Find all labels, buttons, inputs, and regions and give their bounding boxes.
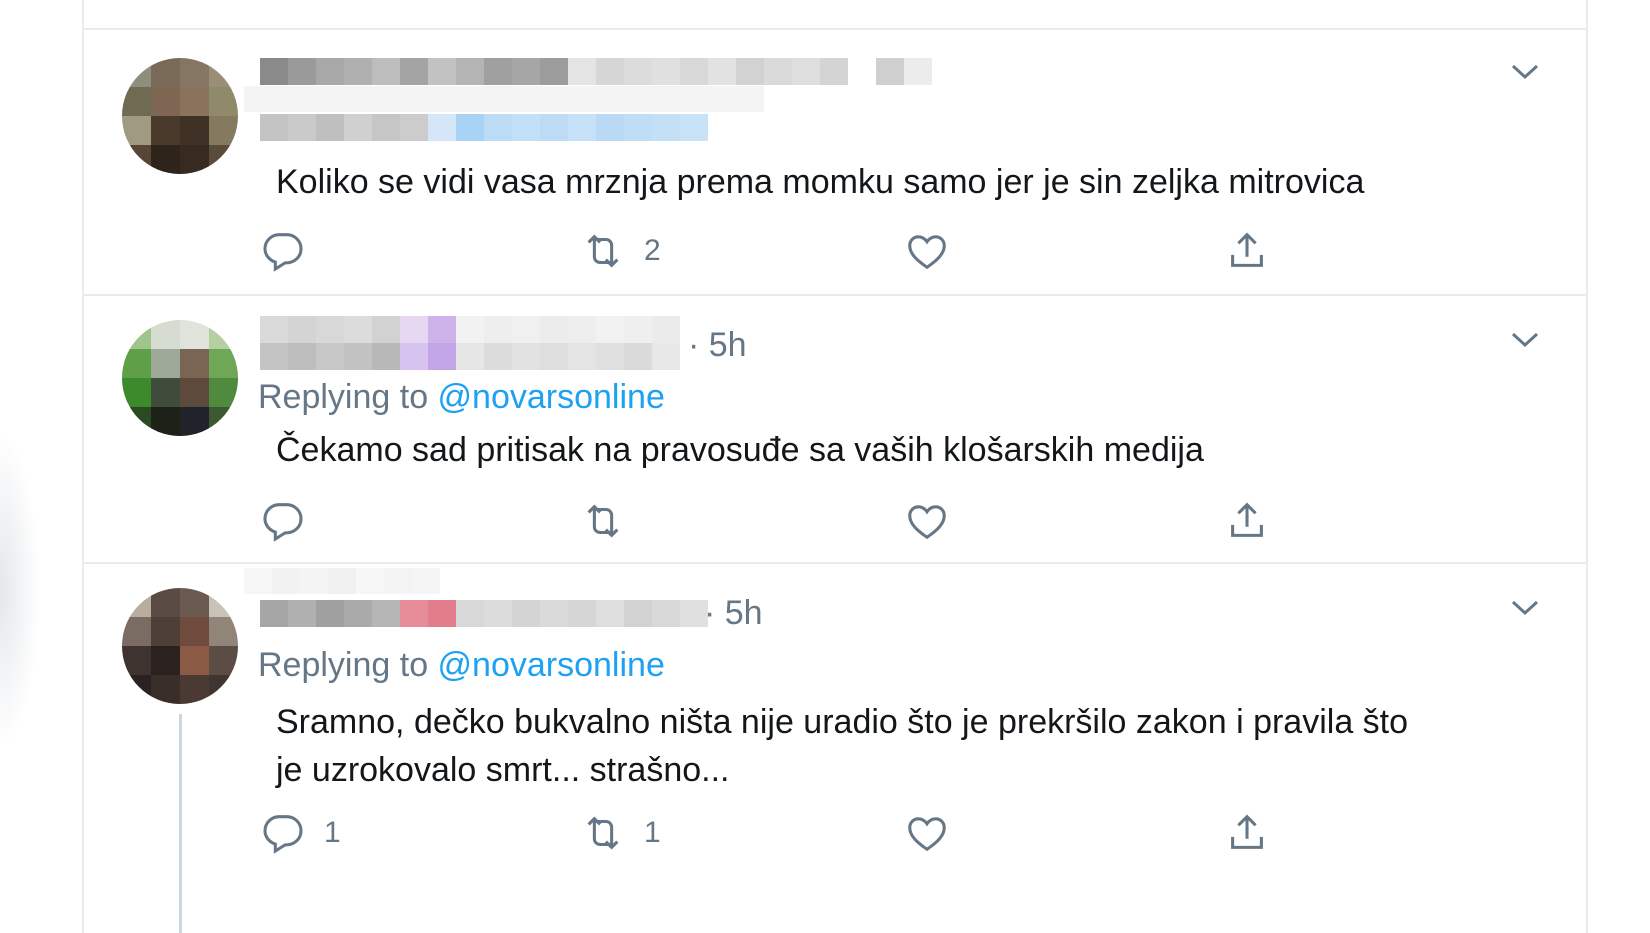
reply-count: 1 — [324, 816, 341, 849]
display-name-blurred[interactable] — [260, 600, 708, 627]
tweet-actions: 2 — [254, 226, 1354, 276]
share-icon — [1231, 232, 1263, 267]
reply-icon — [263, 815, 303, 854]
reply-button[interactable] — [260, 226, 324, 276]
replying-to-label: Replying to — [258, 646, 438, 684]
share-icon — [1231, 502, 1263, 537]
avatar[interactable] — [122, 588, 238, 704]
tweet-text: Čekamo sad pritisak na pravosuđe sa vaši… — [276, 431, 1204, 469]
tweet-actions: 1 1 — [254, 808, 1354, 858]
retweet-button[interactable] — [580, 496, 644, 546]
share-icon — [1231, 814, 1263, 849]
reply-button[interactable] — [260, 496, 324, 546]
retweet-button[interactable]: 2 — [580, 226, 661, 276]
like-icon — [908, 235, 946, 270]
tweet-1[interactable]: Koliko se vidi vasa mrznja prema momku s… — [84, 30, 1586, 294]
replying-to: Replying to @novarsonline — [258, 646, 665, 685]
share-button[interactable] — [1224, 226, 1270, 276]
tweet-2[interactable]: · 5h Replying to @novarsonline Čekamo sa… — [84, 296, 1586, 562]
like-button[interactable] — [904, 226, 968, 276]
share-button[interactable] — [1224, 496, 1270, 546]
blur-artifact — [244, 86, 764, 112]
retweet-count: 1 — [644, 816, 661, 849]
replying-to-label: Replying to — [258, 378, 438, 416]
avatar[interactable] — [122, 320, 238, 436]
replying-to: Replying to @novarsonline — [258, 378, 665, 417]
avatar[interactable] — [122, 58, 238, 174]
display-name-blurred[interactable] — [260, 58, 932, 85]
retweet-icon — [587, 234, 619, 268]
tweet-text: Koliko se vidi vasa mrznja prema momku s… — [276, 163, 1365, 201]
username-blurred[interactable] — [260, 343, 680, 370]
chevron-down-icon[interactable] — [1510, 62, 1540, 82]
retweet-icon — [587, 816, 619, 850]
tweet-text-line: Sramno, dečko bukvalno ništa nije uradio… — [276, 703, 1409, 741]
display-name-blurred[interactable] — [260, 316, 680, 343]
retweet-count: 2 — [644, 234, 661, 267]
tweet-text: Sramno, dečko bukvalno ništa nije uradio… — [276, 698, 1496, 794]
replying-to-handle-link[interactable]: @novarsonline — [438, 646, 665, 684]
chevron-down-icon[interactable] — [1510, 598, 1540, 618]
tweet-text-line: je uzrokovalo smrt... strašno... — [276, 751, 730, 789]
thread-connector-line — [179, 714, 182, 933]
retweet-icon — [587, 504, 619, 538]
replying-to-blurred — [260, 114, 708, 141]
retweet-button[interactable]: 1 — [580, 808, 661, 858]
reply-icon — [263, 503, 303, 542]
like-icon — [908, 817, 946, 852]
like-button[interactable] — [904, 496, 968, 546]
reply-button[interactable]: 1 — [260, 808, 341, 858]
tweet-timestamp[interactable]: · 5h — [688, 326, 747, 365]
tweet-actions — [254, 496, 1354, 546]
replying-to-handle-link[interactable]: @novarsonline — [438, 378, 665, 416]
chevron-down-icon[interactable] — [1510, 330, 1540, 350]
like-button[interactable] — [904, 808, 968, 858]
tweet-timestamp[interactable]: · 5h — [704, 594, 763, 633]
reply-icon — [263, 233, 303, 272]
share-button[interactable] — [1224, 808, 1270, 858]
background-fade — [0, 430, 40, 750]
tweet-timeline: Koliko se vidi vasa mrznja prema momku s… — [82, 0, 1588, 933]
like-icon — [908, 505, 946, 540]
tweet-3[interactable]: · 5h Replying to @novarsonline Sramno, d… — [84, 564, 1586, 933]
blur-artifact — [244, 568, 440, 594]
